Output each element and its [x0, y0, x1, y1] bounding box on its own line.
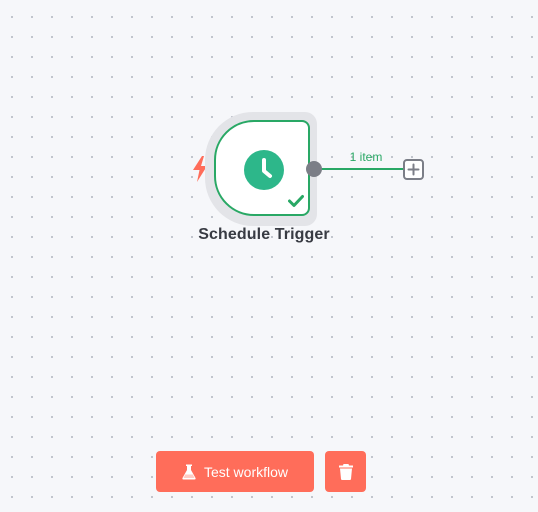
node-label: Schedule Trigger	[198, 226, 330, 243]
workflow-canvas[interactable]: Schedule Trigger 1 item Test workflow	[0, 0, 538, 512]
test-workflow-label: Test workflow	[203, 463, 289, 480]
trash-icon	[338, 463, 353, 480]
plus-icon	[407, 163, 420, 176]
checkmark-icon	[288, 195, 304, 207]
connection-item-count: 1 item	[349, 150, 383, 164]
delete-workflow-button[interactable]	[325, 451, 366, 492]
schedule-trigger-node[interactable]	[214, 120, 310, 216]
clock-icon	[244, 150, 284, 190]
add-node-button[interactable]	[403, 159, 424, 180]
output-handle[interactable]	[306, 161, 322, 177]
flask-icon	[182, 464, 196, 479]
test-workflow-button[interactable]: Test workflow	[156, 451, 314, 492]
